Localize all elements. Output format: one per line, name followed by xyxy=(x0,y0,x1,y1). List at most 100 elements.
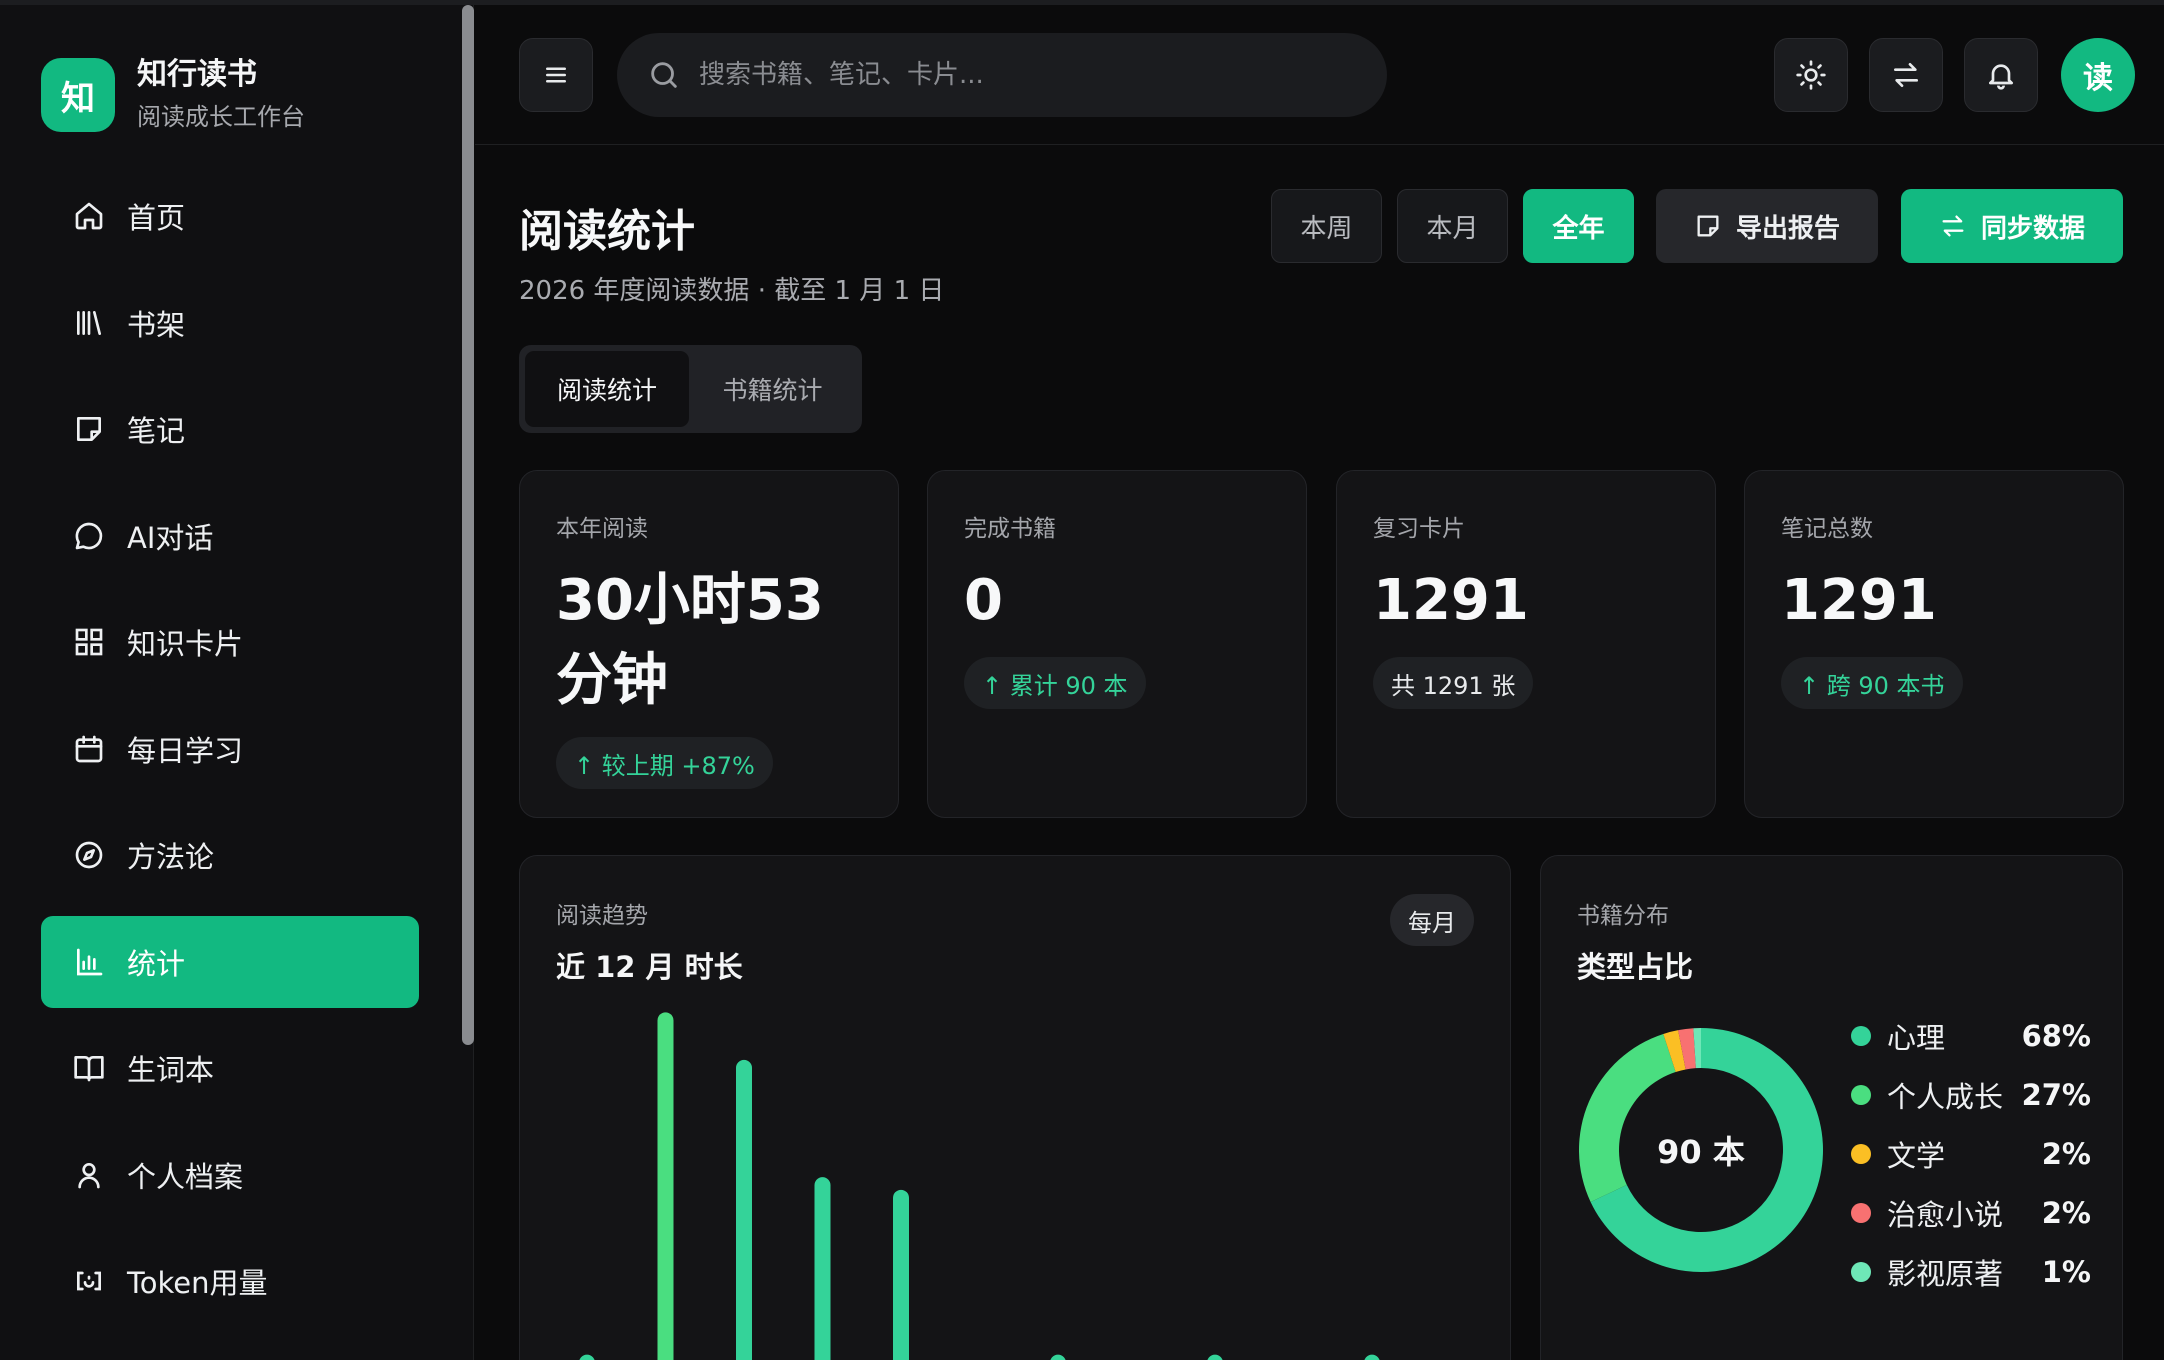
sidebar-item-label: AI对话 xyxy=(127,520,214,555)
stat-card-reading-time: 本年阅读 30小时53分钟 ↑ 较上期 +87% xyxy=(519,470,899,818)
sidebar-item-ai-chat[interactable]: AI对话 xyxy=(41,490,419,582)
legend-item: 影视原著 1% xyxy=(1851,1242,2091,1301)
stat-value: 0 xyxy=(964,568,1003,633)
legend-item: 个人成长 27% xyxy=(1851,1065,2091,1124)
legend-percent: 68% xyxy=(2021,1018,2091,1053)
tab-reading-stats[interactable]: 阅读统计 xyxy=(525,351,689,427)
legend-percent: 2% xyxy=(2041,1136,2091,1171)
stat-label: 复习卡片 xyxy=(1373,516,1465,542)
sidebar-item-daily-learning[interactable]: 每日学习 xyxy=(41,703,419,795)
donut-center-label: 90 本 xyxy=(1657,1133,1745,1171)
legend-percent: 1% xyxy=(2041,1254,2091,1289)
trend-bar-2 xyxy=(657,1012,674,1360)
library-icon xyxy=(71,305,107,341)
reading-trend-card: 阅读趋势 近 12 月 时长 每月 xyxy=(519,855,1511,1360)
search-icon xyxy=(651,62,677,88)
sidebar-item-vocabulary[interactable]: 生词本 xyxy=(41,1022,419,1114)
search-input[interactable] xyxy=(699,60,1339,90)
legend-dot xyxy=(1851,1084,1871,1105)
range-month-button[interactable]: 本月 xyxy=(1397,189,1508,263)
distribution-kicker: 书籍分布 xyxy=(1577,903,1669,929)
user-icon xyxy=(71,1157,107,1193)
brand-subtitle: 阅读成长工作台 xyxy=(137,103,305,131)
sidebar-item-label: 个人档案 xyxy=(127,1159,244,1194)
tab-book-stats[interactable]: 书籍统计 xyxy=(689,351,856,427)
calendar-icon xyxy=(71,731,107,767)
sidebar-item-home[interactable]: 首页 xyxy=(41,170,419,262)
legend-dot xyxy=(1851,1261,1871,1282)
theme-toggle-button[interactable] xyxy=(1774,38,1848,112)
legend-item: 心理 68% xyxy=(1851,1006,2091,1065)
book-distribution-card: 书籍分布 类型占比 90 本 心理 68% 个人成长 27% 文学 2% 治愈小说 2% 影视原… xyxy=(1540,855,2123,1360)
sidebar-item-label: 方法论 xyxy=(127,840,215,874)
sun-icon xyxy=(1796,60,1826,90)
range-year-button[interactable]: 全年 xyxy=(1523,189,1634,263)
hamburger-menu-icon xyxy=(546,67,566,83)
legend-label: 心理 xyxy=(1887,1020,1946,1055)
sidebar-item-knowledge-cards[interactable]: 知识卡片 xyxy=(41,596,419,688)
page-subtitle: 2026 年度阅读数据 · 截至 1 月 1 日 xyxy=(519,276,945,306)
stat-badge: ↑ 较上期 +87% xyxy=(556,737,773,789)
trend-bar-5 xyxy=(893,1189,909,1360)
legend-item: 文学 2% xyxy=(1851,1124,2091,1183)
stat-label: 完成书籍 xyxy=(964,516,1056,542)
page-title: 阅读统计 xyxy=(519,206,695,257)
grid-icon xyxy=(71,624,107,660)
legend-dot xyxy=(1851,1025,1871,1046)
stat-value: 1291 xyxy=(1373,568,1529,633)
stats-tabs: 阅读统计 书籍统计 xyxy=(519,345,862,433)
sync-data-button[interactable]: 同步数据 xyxy=(1901,189,2123,263)
stat-value: 1291 xyxy=(1781,568,1937,633)
swap-icon xyxy=(1942,215,1964,237)
stat-card-review-cards: 复习卡片 1291 共 1291 张 xyxy=(1336,470,1716,818)
top-bar: 读 xyxy=(475,5,2164,145)
donut-chart: 90 本 xyxy=(1577,1026,1825,1274)
distribution-title: 类型占比 xyxy=(1577,950,1694,984)
brand[interactable]: 知 知行读书 阅读成长工作台 xyxy=(41,55,305,135)
notifications-button[interactable] xyxy=(1964,38,2038,112)
legend-label: 治愈小说 xyxy=(1887,1197,2004,1232)
sidebar-item-label: 每日学习 xyxy=(127,733,244,768)
stat-label: 笔记总数 xyxy=(1781,516,1873,542)
trend-bar-4 xyxy=(814,1177,831,1360)
brand-logo: 知 xyxy=(41,58,115,132)
note-icon xyxy=(1697,215,1719,237)
sidebar-nav: 首页 书架 笔记 AI对话 知识卡片 每日学习 方法论 统计 生词本 个人档案 … xyxy=(41,170,419,1342)
donut-legend: 心理 68% 个人成长 27% 文学 2% 治愈小说 2% 影视原著 1% xyxy=(1851,1006,2091,1301)
bar-chart-icon xyxy=(71,944,107,980)
trend-bar-7 xyxy=(1050,1354,1066,1360)
user-avatar[interactable]: 读 xyxy=(2061,38,2135,112)
sidebar-item-label: Token用量 xyxy=(127,1266,268,1300)
sidebar-item-profile[interactable]: 个人档案 xyxy=(41,1129,419,1221)
stat-value: 30小时53分钟 xyxy=(556,568,824,713)
chat-icon xyxy=(71,518,107,554)
compass-icon xyxy=(71,837,107,873)
legend-item: 治愈小说 2% xyxy=(1851,1183,2091,1242)
stat-label: 本年阅读 xyxy=(556,516,648,542)
sidebar-item-label: 书架 xyxy=(127,307,186,342)
legend-dot xyxy=(1851,1143,1871,1164)
sidebar-item-methodology[interactable]: 方法论 xyxy=(41,809,419,901)
legend-dot xyxy=(1851,1202,1871,1223)
stat-card-notes-total: 笔记总数 1291 ↑ 跨 90 本书 xyxy=(1744,470,2124,818)
sidebar-item-token-usage[interactable]: Token用量 xyxy=(41,1235,419,1327)
sidebar-item-label: 统计 xyxy=(127,946,186,981)
sidebar-item-bookshelf[interactable]: 书架 xyxy=(41,277,419,369)
range-week-button[interactable]: 本周 xyxy=(1271,189,1382,263)
legend-percent: 2% xyxy=(2041,1195,2091,1230)
sidebar-item-statistics[interactable]: 统计 xyxy=(41,915,419,1008)
trend-bar-3 xyxy=(736,1059,752,1360)
trend-bar-chart xyxy=(579,1012,1380,1360)
sidebar-scrollbar[interactable] xyxy=(462,5,474,1045)
export-report-button[interactable]: 导出报告 xyxy=(1656,189,1878,263)
brand-name: 知行读书 xyxy=(137,57,257,92)
sync-data-label: 同步数据 xyxy=(1980,213,2085,244)
home-icon xyxy=(71,198,107,234)
search-bar[interactable] xyxy=(617,33,1387,117)
swap-icon xyxy=(1894,62,1918,87)
token-icon xyxy=(71,1263,107,1299)
sidebar-item-notes[interactable]: 笔记 xyxy=(41,383,419,475)
menu-toggle-button[interactable] xyxy=(519,38,593,112)
swap-button[interactable] xyxy=(1869,38,1943,112)
legend-label: 文学 xyxy=(1887,1138,1946,1173)
